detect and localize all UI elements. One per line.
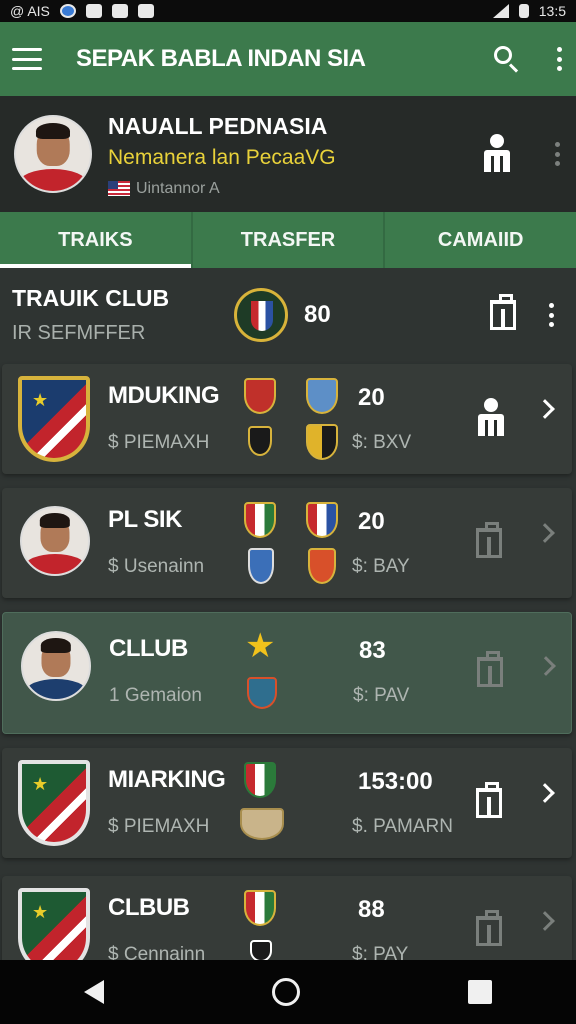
card-currency: $: PAV bbox=[353, 685, 410, 706]
badge-red-icon bbox=[244, 378, 276, 414]
message-icon bbox=[111, 4, 128, 18]
chevron-right-icon[interactable] bbox=[536, 656, 556, 676]
profile-avatar[interactable] bbox=[14, 115, 92, 193]
recent-apps-icon[interactable] bbox=[468, 980, 492, 1004]
card-name: PL SIK bbox=[108, 506, 182, 533]
status-left-text: @ AIS bbox=[10, 3, 50, 19]
card-currency: $. PAMARN bbox=[352, 816, 454, 837]
player-avatar bbox=[21, 631, 91, 701]
home-icon[interactable] bbox=[272, 978, 300, 1006]
tab-trasfer[interactable]: TRASFER bbox=[190, 212, 384, 268]
section-more-icon[interactable] bbox=[546, 303, 556, 327]
badge-striped-icon bbox=[244, 890, 276, 926]
badge-eagle-icon bbox=[240, 808, 284, 840]
badge-black-icon bbox=[248, 426, 272, 456]
card-sub: $ Usenainn bbox=[108, 556, 205, 577]
tab-traiks[interactable]: TRAIKS bbox=[0, 212, 191, 268]
tower-icon[interactable] bbox=[476, 910, 502, 946]
chevron-right-icon[interactable] bbox=[535, 783, 555, 803]
tab-bar: TRAIKS TRASFER CAMAIID bbox=[0, 212, 576, 268]
app-title: SEPAK BABLA INDAN SIA bbox=[76, 45, 366, 72]
menu-icon[interactable] bbox=[12, 48, 42, 70]
club-shield-icon: ★ bbox=[18, 760, 90, 846]
system-nav-bar bbox=[0, 960, 576, 1024]
badge-orange-icon bbox=[308, 548, 336, 584]
badge-striped-icon bbox=[244, 762, 276, 798]
chevron-right-icon[interactable] bbox=[535, 399, 555, 419]
chevron-right-icon[interactable] bbox=[535, 523, 555, 543]
app-notification-icon bbox=[85, 4, 102, 18]
flag-icon bbox=[108, 181, 130, 196]
section-subtitle: IR SEFMFFER bbox=[12, 322, 146, 344]
notification-icon bbox=[59, 4, 76, 18]
badge-blue-icon bbox=[306, 378, 338, 414]
section-title: TRAUIK CLUB bbox=[12, 285, 170, 311]
badge-yellow-icon bbox=[306, 424, 338, 460]
card-name: MIARKING bbox=[108, 766, 226, 793]
tab-camaiid[interactable]: CAMAIID bbox=[383, 212, 576, 268]
tower-icon[interactable] bbox=[490, 294, 516, 330]
chevron-right-icon[interactable] bbox=[535, 911, 555, 931]
badge-striped-icon bbox=[306, 502, 338, 538]
back-icon[interactable] bbox=[84, 980, 104, 1004]
battery-icon bbox=[518, 4, 529, 18]
status-time: 13:5 bbox=[538, 3, 566, 19]
badge-blue-icon bbox=[248, 548, 274, 584]
tower-icon[interactable] bbox=[476, 522, 502, 558]
card-name: CLBUB bbox=[108, 894, 190, 921]
card-value: 83 bbox=[359, 637, 386, 664]
profile-name: NAUALL PEDNASIA bbox=[108, 112, 328, 139]
card-value: 88 bbox=[358, 896, 385, 923]
card-sub: $ PIEMAXH bbox=[108, 816, 210, 837]
signal-icon bbox=[492, 4, 509, 18]
app-bar: SEPAK BABLA INDAN SIA bbox=[0, 22, 576, 96]
card-currency: $: BXV bbox=[352, 432, 412, 453]
badge-black-icon bbox=[250, 940, 272, 962]
search-icon[interactable] bbox=[492, 44, 522, 74]
person-icon[interactable] bbox=[476, 398, 506, 438]
profile-more-icon[interactable] bbox=[552, 142, 562, 166]
section-header: TRAUIK CLUB IR SEFMFFER 80 bbox=[0, 268, 576, 362]
more-vert-icon[interactable] bbox=[554, 47, 564, 71]
card-currency: $: BAY bbox=[352, 556, 410, 577]
card-name: CLLUB bbox=[109, 635, 188, 662]
person-icon[interactable] bbox=[482, 134, 512, 174]
player-avatar bbox=[20, 506, 90, 576]
profile-subtitle: Nemanera lan PecaaVG bbox=[108, 145, 336, 169]
badge-striped-icon bbox=[244, 502, 276, 538]
card-sub: $ PIEMAXH bbox=[108, 432, 210, 453]
club-shield-icon: ★ bbox=[18, 376, 90, 462]
card-value: 153:00 bbox=[358, 768, 433, 795]
tower-icon[interactable] bbox=[476, 782, 502, 818]
store-icon bbox=[137, 4, 154, 18]
club-card[interactable]: ★ MIARKING $ PIEMAXH 153:00 $. PAMARN bbox=[2, 748, 572, 858]
card-value: 20 bbox=[358, 384, 385, 411]
badge-crest-icon bbox=[247, 677, 277, 709]
club-crest-icon bbox=[234, 288, 288, 342]
club-card[interactable]: PL SIK $ Usenainn 20 $: BAY bbox=[2, 488, 572, 598]
card-sub: 1 Gemaion bbox=[109, 685, 202, 706]
tower-icon[interactable] bbox=[477, 651, 503, 687]
card-name: MDUKING bbox=[108, 382, 220, 409]
profile-country: Uintannor A bbox=[136, 179, 220, 197]
club-card[interactable]: ★ MDUKING $ PIEMAXH 20 $: BXV bbox=[2, 364, 572, 474]
section-value: 80 bbox=[304, 301, 331, 328]
status-bar: @ AIS 13:5 bbox=[0, 0, 576, 22]
profile-header: NAUALL PEDNASIA Nemanera lan PecaaVG Uin… bbox=[0, 96, 576, 212]
card-value: 20 bbox=[358, 508, 385, 535]
star-icon: ★ bbox=[245, 627, 276, 665]
club-card[interactable]: CLLUB 1 Gemaion ★ 83 $: PAV bbox=[2, 612, 572, 734]
